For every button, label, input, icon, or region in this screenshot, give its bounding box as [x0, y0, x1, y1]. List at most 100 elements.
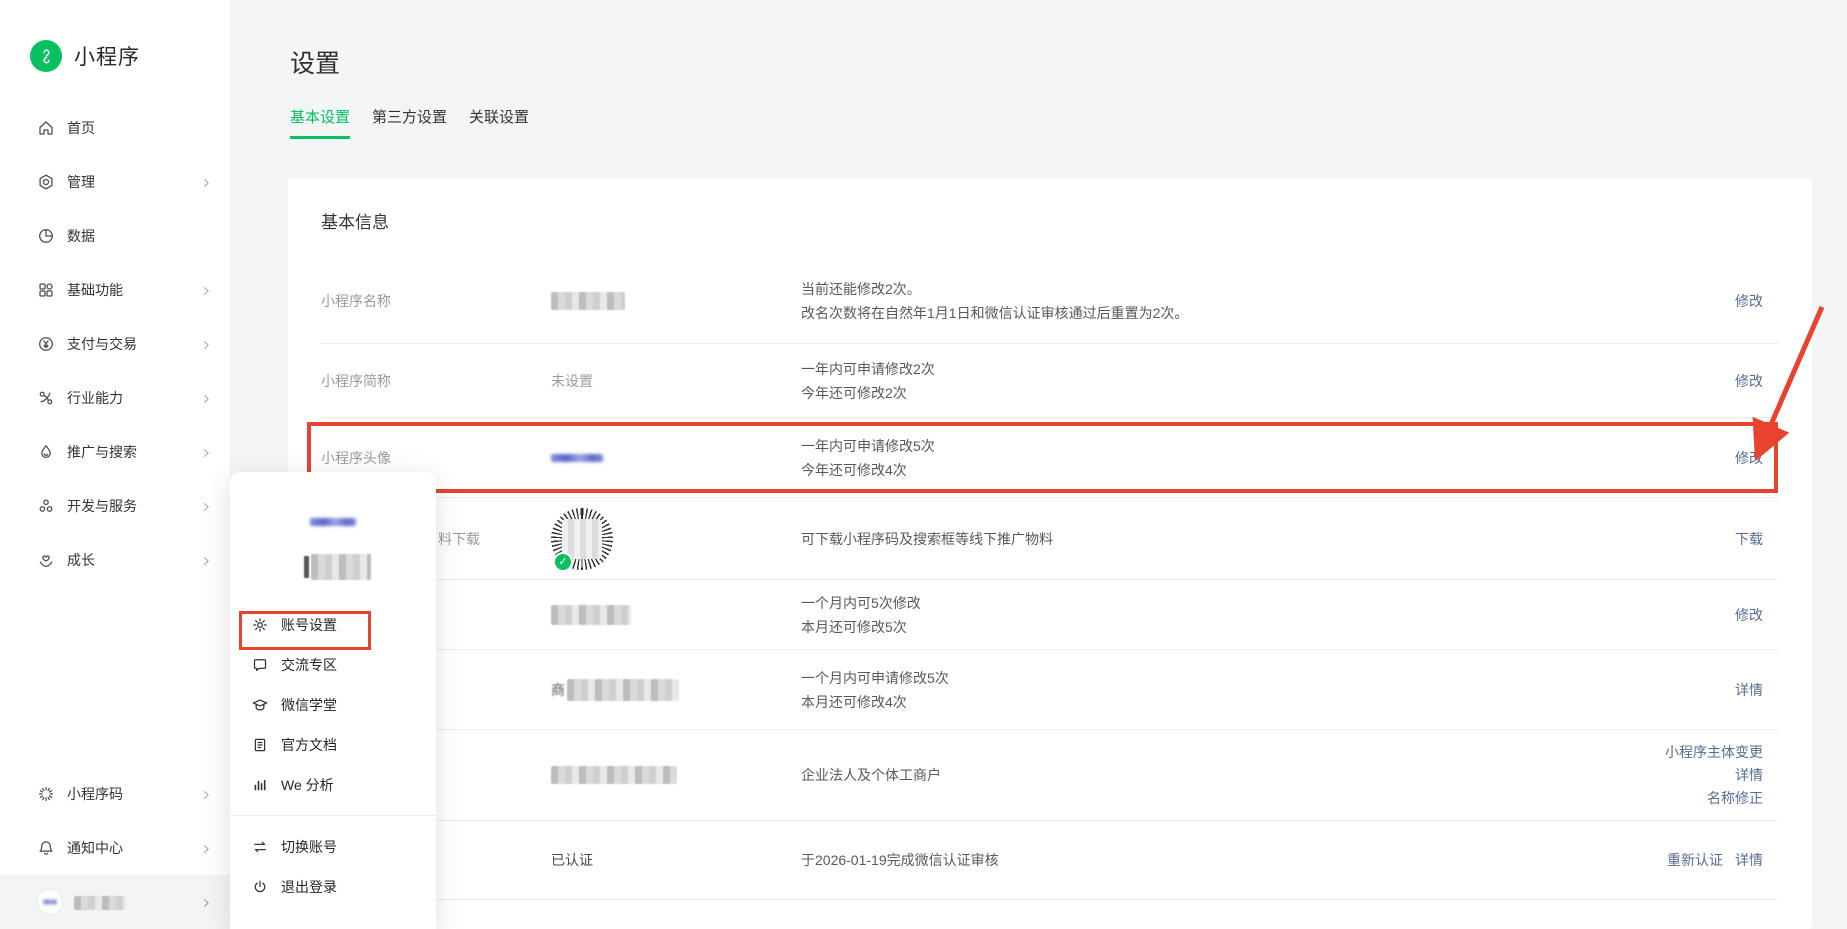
modify-link[interactable]: 修改 [1735, 293, 1763, 309]
subject-change-link[interactable]: 小程序主体变更 [1665, 743, 1763, 762]
row-desc: 一年内可申请修改2次 今年还可修改2次 [801, 357, 1735, 405]
home-icon [37, 119, 55, 137]
account-menu-item[interactable] [0, 875, 230, 929]
details-link[interactable]: 详情 [1735, 850, 1763, 870]
mini-code-image: ✓ [551, 508, 801, 570]
name-correction-link[interactable]: 名称修正 [1707, 789, 1763, 808]
row-value-blurred [551, 766, 801, 784]
desc-line: 可下载小程序码及搜索框等线下推广物料 [801, 527, 1735, 551]
desc-line: 企业法人及个体工商户 [801, 763, 1665, 787]
graduation-cap-icon [252, 697, 268, 713]
row-desc: 一个月内可申请修改5次 本月还可修改4次 [801, 666, 1735, 714]
chevron-right-icon [200, 788, 212, 800]
menu-item-switch-account[interactable]: 切换账号 [230, 827, 436, 867]
chevron-right-icon [200, 896, 212, 908]
modify-link[interactable]: 修改 [1735, 450, 1763, 466]
row-label-text: 料下载 [438, 529, 480, 549]
chevron-right-icon [200, 284, 212, 296]
row-hidden-label-2: 商 一个月内可申请修改5次 本月还可修改4次 详情 [321, 650, 1779, 730]
reverify-link[interactable]: 重新认证 [1667, 850, 1723, 870]
sidebar-item-notifications[interactable]: 通知中心 [0, 821, 230, 875]
sidebar-item-home[interactable]: 首页 [0, 101, 230, 155]
settings-tabs: 基本设置 第三方设置 关联设置 [290, 106, 529, 139]
develop-circles-icon [37, 497, 55, 515]
menu-item-community[interactable]: 交流专区 [230, 645, 436, 685]
sidebar-item-label: 首页 [67, 118, 212, 138]
menu-item-label: 微信学堂 [281, 695, 337, 715]
sidebar-item-manage[interactable]: 管理 [0, 155, 230, 209]
document-icon [252, 737, 268, 753]
sidebar-item-develop[interactable]: 开发与服务 [0, 479, 230, 533]
popup-menu-list: 账号设置 交流专区 微信学堂 官方文档 We 分析 切换账号 [230, 605, 436, 907]
section-title: 基本信息 [288, 178, 1812, 233]
row-links: 重新认证 详情 [1667, 850, 1779, 870]
row-label: 小程序名称 [321, 291, 551, 311]
row-desc: 一个月内可5次修改 本月还可修改5次 [801, 591, 1735, 639]
chevron-right-icon [200, 842, 212, 854]
sidebar-item-label: 基础功能 [67, 280, 200, 300]
sidebar-item-mini-code[interactable]: 小程序码 [0, 767, 230, 821]
brand-title: 小程序 [74, 41, 140, 71]
bar-chart-icon [252, 777, 268, 793]
sidebar-item-label: 开发与服务 [67, 496, 200, 516]
tab-linked-settings[interactable]: 关联设置 [469, 106, 529, 139]
menu-item-label: 官方文档 [281, 735, 337, 755]
sidebar-item-basic-features[interactable]: 基础功能 [0, 263, 230, 317]
sidebar: 小程序 首页 管理 数据 基础功能 支付与交易 [0, 0, 230, 929]
features-grid-icon [37, 281, 55, 299]
desc-line: 一个月内可5次修改 [801, 591, 1735, 615]
modify-link[interactable]: 修改 [1735, 373, 1763, 389]
manage-hexagon-icon [37, 173, 55, 191]
row-label: 小程序简称 [321, 371, 551, 391]
sidebar-item-data[interactable]: 数据 [0, 209, 230, 263]
info-rows: 小程序名称 当前还能修改2次。 改名次数将在自然年1月1日和微信认证审核通过后重… [321, 258, 1779, 900]
details-link[interactable]: 详情 [1735, 682, 1763, 698]
menu-item-account-settings[interactable]: 账号设置 [230, 605, 436, 645]
basic-info-card: 基本信息 小程序名称 当前还能修改2次。 改名次数将在自然年1月1日和微信认证审… [288, 178, 1812, 929]
desc-line: 一个月内可申请修改5次 [801, 666, 1735, 690]
bell-icon [37, 839, 55, 857]
row-label: 小程序头像 [321, 448, 551, 468]
sidebar-item-industry[interactable]: 行业能力 [0, 371, 230, 425]
sidebar-bottom: 小程序码 通知中心 [0, 767, 230, 929]
chevron-right-icon [200, 446, 212, 458]
menu-item-logout[interactable]: 退出登录 [230, 867, 436, 907]
row-mini-program-short-name: 小程序简称 未设置 一年内可申请修改2次 今年还可修改2次 修改 [321, 344, 1779, 418]
desc-line: 当前还能修改2次。 [801, 277, 1735, 301]
gear-icon [252, 617, 268, 633]
menu-item-we-analytics[interactable]: We 分析 [230, 765, 436, 805]
wechat-miniprogram-console: 小程序 首页 管理 数据 基础功能 支付与交易 [0, 0, 1847, 929]
modify-link[interactable]: 修改 [1735, 607, 1763, 623]
chevron-right-icon [200, 554, 212, 566]
sidebar-item-growth[interactable]: 成长 [0, 533, 230, 587]
row-hidden-label-1: 一个月内可5次修改 本月还可修改5次 修改 [321, 580, 1779, 650]
row-desc: 可下载小程序码及搜索框等线下推广物料 [801, 527, 1735, 551]
sidebar-item-payment[interactable]: 支付与交易 [0, 317, 230, 371]
row-links: 小程序主体变更 详情 名称修正 [1665, 743, 1779, 808]
desc-line: 本月还可修改4次 [801, 690, 1735, 714]
check-badge-icon: ✓ [553, 552, 573, 572]
avatar [37, 889, 63, 915]
power-icon [252, 879, 268, 895]
tab-basic-settings[interactable]: 基本设置 [290, 106, 350, 139]
chevron-right-icon [200, 176, 212, 188]
menu-item-wechat-academy[interactable]: 微信学堂 [230, 685, 436, 725]
sidebar-item-promotion[interactable]: 推广与搜索 [0, 425, 230, 479]
menu-item-label: 交流专区 [281, 655, 337, 675]
sidebar-item-label: 通知中心 [67, 838, 200, 858]
qr-code-image: ✓ [551, 508, 613, 570]
tab-third-party-settings[interactable]: 第三方设置 [372, 106, 447, 139]
brand: 小程序 [30, 40, 140, 72]
download-link[interactable]: 下载 [1735, 531, 1763, 547]
sidebar-nav: 首页 管理 数据 基础功能 支付与交易 [0, 101, 230, 587]
sidebar-item-label: 支付与交易 [67, 334, 200, 354]
row-desc: 于2026-01-19完成微信认证审核 [801, 848, 1667, 872]
chevron-right-icon [200, 392, 212, 404]
menu-item-official-docs[interactable]: 官方文档 [230, 725, 436, 765]
row-mini-program-avatar: 小程序头像 一年内可申请修改5次 今年还可修改4次 修改 [321, 418, 1779, 498]
details-link[interactable]: 详情 [1735, 766, 1763, 785]
industry-nodes-icon [37, 389, 55, 407]
account-name-blurred [304, 554, 436, 580]
desc-line: 于2026-01-19完成微信认证审核 [801, 848, 1667, 872]
row-mini-program-name: 小程序名称 当前还能修改2次。 改名次数将在自然年1月1日和微信认证审核通过后重… [321, 258, 1779, 344]
